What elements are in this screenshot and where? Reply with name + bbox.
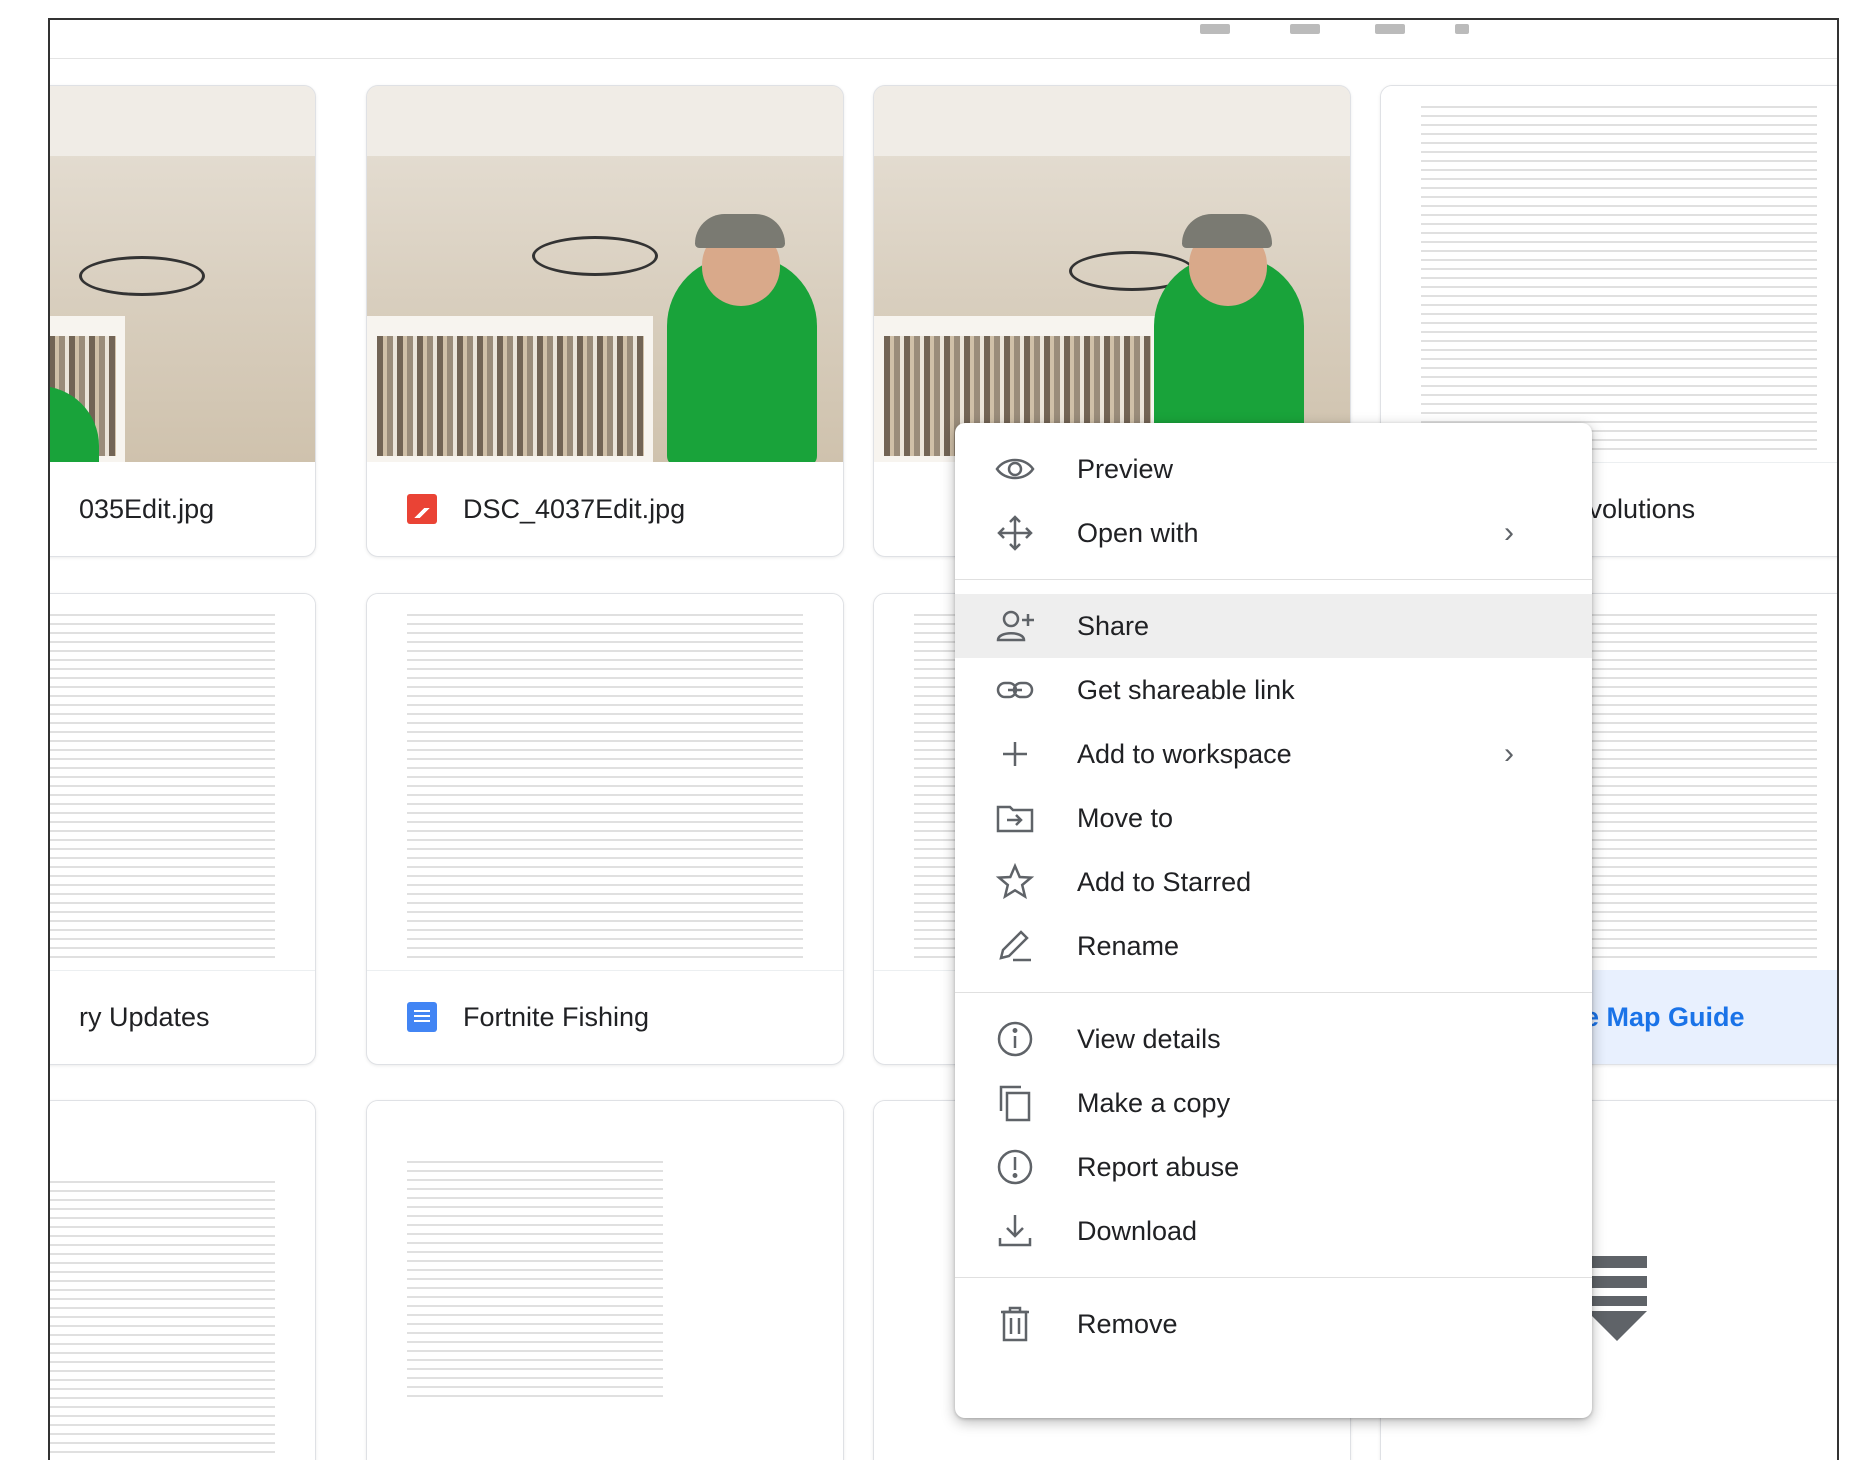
file-card[interactable]: 035Edit.jpg (50, 85, 316, 557)
menu-item-label: Open with (1077, 517, 1199, 548)
trash-icon (995, 1304, 1035, 1344)
file-name: 035Edit.jpg (79, 493, 215, 524)
menu-item-share[interactable]: Share (955, 594, 1592, 658)
menu-divider (955, 579, 1592, 580)
menu-item-get-link[interactable]: Get shareable link (955, 658, 1592, 722)
file-thumbnail (1381, 86, 1837, 463)
file-name-row: 035Edit.jpg (50, 462, 315, 556)
menu-item-download[interactable]: Download (955, 1199, 1592, 1263)
file-name: Fortnite Fishing (463, 1001, 650, 1032)
file-thumbnail (367, 86, 843, 462)
file-thumbnail (50, 1101, 315, 1460)
folder-move-icon (995, 798, 1035, 838)
scroll-down-icon[interactable] (1587, 1256, 1647, 1341)
copy-icon (995, 1083, 1035, 1123)
alert-icon (995, 1147, 1035, 1187)
menu-item-label: Preview (1077, 453, 1174, 484)
person-add-icon (995, 606, 1035, 646)
eye-icon (995, 449, 1035, 489)
info-icon (995, 1019, 1035, 1059)
file-card[interactable] (50, 1100, 316, 1460)
file-card[interactable] (366, 1100, 844, 1460)
file-card[interactable]: ry Updates (50, 593, 316, 1065)
move-arrows-icon (995, 513, 1035, 553)
menu-item-remove[interactable]: Remove (955, 1292, 1592, 1356)
menu-divider (955, 1277, 1592, 1278)
menu-item-label: Get shareable link (1077, 674, 1295, 705)
file-card[interactable]: DSC_4037Edit.jpg (366, 85, 844, 557)
file-name-row: ry Updates (50, 970, 315, 1064)
menu-item-add-starred[interactable]: Add to Starred (955, 850, 1592, 914)
file-name-row: Fortnite Fishing (367, 970, 843, 1064)
menu-item-label: Add to Starred (1077, 866, 1252, 897)
menu-item-move-to[interactable]: Move to (955, 786, 1592, 850)
doc-file-icon (407, 1002, 437, 1032)
menu-item-label: Make a copy (1077, 1087, 1231, 1118)
file-name-row: DSC_4037Edit.jpg (367, 462, 843, 556)
menu-item-label: Download (1077, 1215, 1198, 1246)
link-icon (995, 670, 1035, 710)
menu-item-rename[interactable]: Rename (955, 914, 1592, 978)
download-icon (995, 1211, 1035, 1251)
menu-item-make-copy[interactable]: Make a copy (955, 1071, 1592, 1135)
chevron-right-icon: › (1504, 516, 1514, 549)
pencil-icon (995, 926, 1035, 966)
menu-item-label: Rename (1077, 930, 1180, 961)
menu-item-open-with[interactable]: Open with › (955, 501, 1592, 565)
menu-item-label: Remove (1077, 1308, 1178, 1339)
plus-icon (995, 734, 1035, 774)
drive-window: 035Edit.jpg DSC_4037Edit.jpg e evolution… (48, 18, 1839, 1460)
menu-item-label: Share (1077, 610, 1150, 641)
chevron-right-icon: › (1504, 737, 1514, 770)
context-menu: Preview Open with › Share Get shareable … (955, 423, 1592, 1418)
menu-item-label: Report abuse (1077, 1151, 1240, 1182)
star-icon (995, 862, 1035, 902)
menu-item-preview[interactable]: Preview (955, 437, 1592, 501)
menu-item-label: Add to workspace (1077, 738, 1292, 769)
file-thumbnail (50, 594, 315, 971)
file-thumbnail (50, 86, 315, 462)
menu-item-label: Move to (1077, 802, 1174, 833)
file-thumbnail (367, 594, 843, 971)
file-name: ry Updates (79, 1001, 210, 1032)
menu-item-report-abuse[interactable]: Report abuse (955, 1135, 1592, 1199)
file-thumbnail (367, 1101, 843, 1460)
file-name: DSC_4037Edit.jpg (463, 493, 686, 524)
menu-item-view-details[interactable]: View details (955, 1007, 1592, 1071)
menu-divider (955, 992, 1592, 993)
image-file-icon (407, 494, 437, 524)
file-card[interactable]: Fortnite Fishing (366, 593, 844, 1065)
file-thumbnail (874, 86, 1350, 462)
menu-item-add-workspace[interactable]: Add to workspace › (955, 722, 1592, 786)
menu-item-label: View details (1077, 1023, 1221, 1054)
